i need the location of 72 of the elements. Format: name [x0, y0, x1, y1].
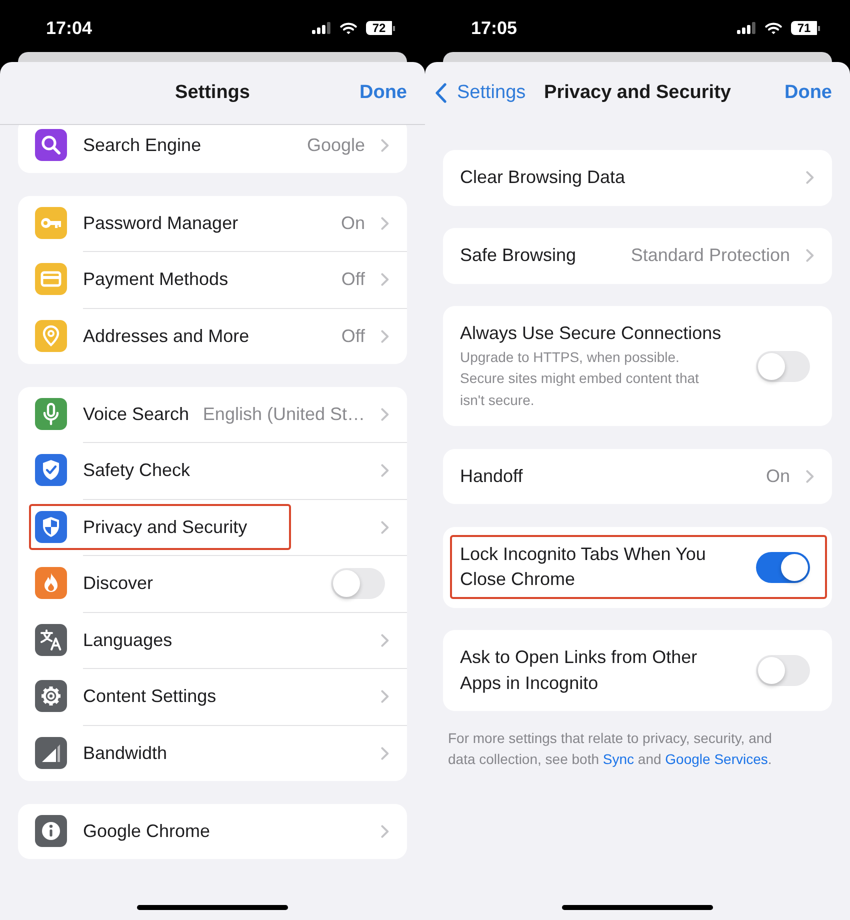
- chevron-right-icon: [381, 520, 389, 534]
- row-label[interactable]: Content Settings: [83, 684, 216, 710]
- battery-indicator: 71: [791, 21, 820, 35]
- row-value: Standard Protection: [630, 245, 790, 266]
- chevron-right-icon: [806, 171, 814, 184]
- row-label[interactable]: Always Use Secure Connections: [460, 321, 722, 346]
- status-time: 17:05: [471, 18, 518, 38]
- signal-icon: [737, 22, 756, 34]
- credit-card-icon: [35, 263, 67, 296]
- chevron-right-icon: [806, 249, 814, 262]
- chevron-right-icon: [381, 216, 389, 230]
- shield-icon: [35, 510, 67, 543]
- chevron-right-icon: [381, 690, 389, 704]
- done-button[interactable]: Done: [784, 82, 832, 104]
- chevron-right-icon: [381, 634, 389, 647]
- chevron-right-icon: [381, 138, 389, 152]
- wifi-icon: [765, 22, 782, 34]
- row-label[interactable]: Lock Incognito Tabs When You Close Chrome: [460, 542, 730, 592]
- row-value: Google: [306, 134, 365, 156]
- chevron-right-icon: [381, 824, 389, 838]
- row-label[interactable]: Languages: [83, 628, 172, 653]
- row-label[interactable]: Password Manager: [83, 210, 238, 236]
- chevron-right-icon: [381, 273, 389, 286]
- chevron-right-icon: [381, 330, 389, 343]
- row-label[interactable]: Voice Search: [83, 402, 190, 427]
- search-icon: [35, 129, 67, 162]
- toggle-switch[interactable]: [756, 350, 810, 382]
- flame-icon: [35, 567, 67, 600]
- row-value: On: [340, 212, 365, 234]
- chevron-right-icon: [381, 746, 389, 760]
- row-label[interactable]: Safe Browsing: [460, 243, 576, 268]
- done-button[interactable]: Done: [360, 82, 407, 104]
- translate-icon: [35, 624, 67, 656]
- chevron-left-icon: [435, 83, 447, 103]
- signal-icon: [312, 22, 331, 34]
- row-description: Upgrade to HTTPS, when possible. Secure sites might embed content that isn't secure.: [460, 348, 700, 410]
- footer-link[interactable]: Google Services: [665, 750, 768, 766]
- shield-check-icon: [35, 454, 67, 486]
- row-value: Off: [341, 326, 365, 347]
- footer-note: For more settings that relate to privacy, security, and data collection, see both Sync and Google Services.: [448, 728, 773, 769]
- row-label[interactable]: Discover: [83, 571, 154, 596]
- status-time: 17:04: [46, 18, 92, 38]
- toggle-switch[interactable]: [756, 655, 810, 686]
- row-value: On: [766, 466, 790, 487]
- row-label[interactable]: Search Engine: [83, 132, 202, 158]
- wifi-icon: [340, 22, 357, 34]
- toggle-switch[interactable]: [756, 552, 810, 582]
- row-label[interactable]: Ask to Open Links from Other Apps in Incognito: [460, 645, 730, 696]
- row-label[interactable]: Safety Check: [83, 458, 190, 484]
- row-value: English (United St…: [202, 404, 365, 425]
- chevron-right-icon: [381, 464, 389, 478]
- info-icon: [35, 815, 67, 848]
- row-label[interactable]: Addresses and More: [83, 324, 250, 349]
- nav-title: Privacy and Security: [544, 82, 731, 104]
- toggle-switch[interactable]: [331, 568, 385, 600]
- location-pin-icon: [35, 320, 67, 352]
- key-icon: [35, 207, 67, 240]
- footer-link[interactable]: Sync: [602, 750, 634, 766]
- nav-title: Settings: [175, 82, 250, 104]
- chevron-right-icon: [806, 470, 814, 483]
- row-label[interactable]: Google Chrome: [83, 818, 210, 844]
- chevron-right-icon: [381, 408, 389, 421]
- row-label[interactable]: Handoff: [460, 464, 523, 489]
- microphone-icon: [35, 398, 67, 430]
- row-label[interactable]: Privacy and Security: [83, 514, 248, 540]
- back-button[interactable]: Settings: [435, 82, 526, 104]
- settings-icon: [35, 680, 67, 712]
- row-label[interactable]: Clear Browsing Data: [460, 165, 626, 190]
- row-value: Off: [341, 269, 365, 290]
- row-label[interactable]: Bandwidth: [83, 740, 168, 766]
- row-label[interactable]: Payment Methods: [83, 267, 228, 292]
- battery-indicator: 72: [366, 21, 395, 35]
